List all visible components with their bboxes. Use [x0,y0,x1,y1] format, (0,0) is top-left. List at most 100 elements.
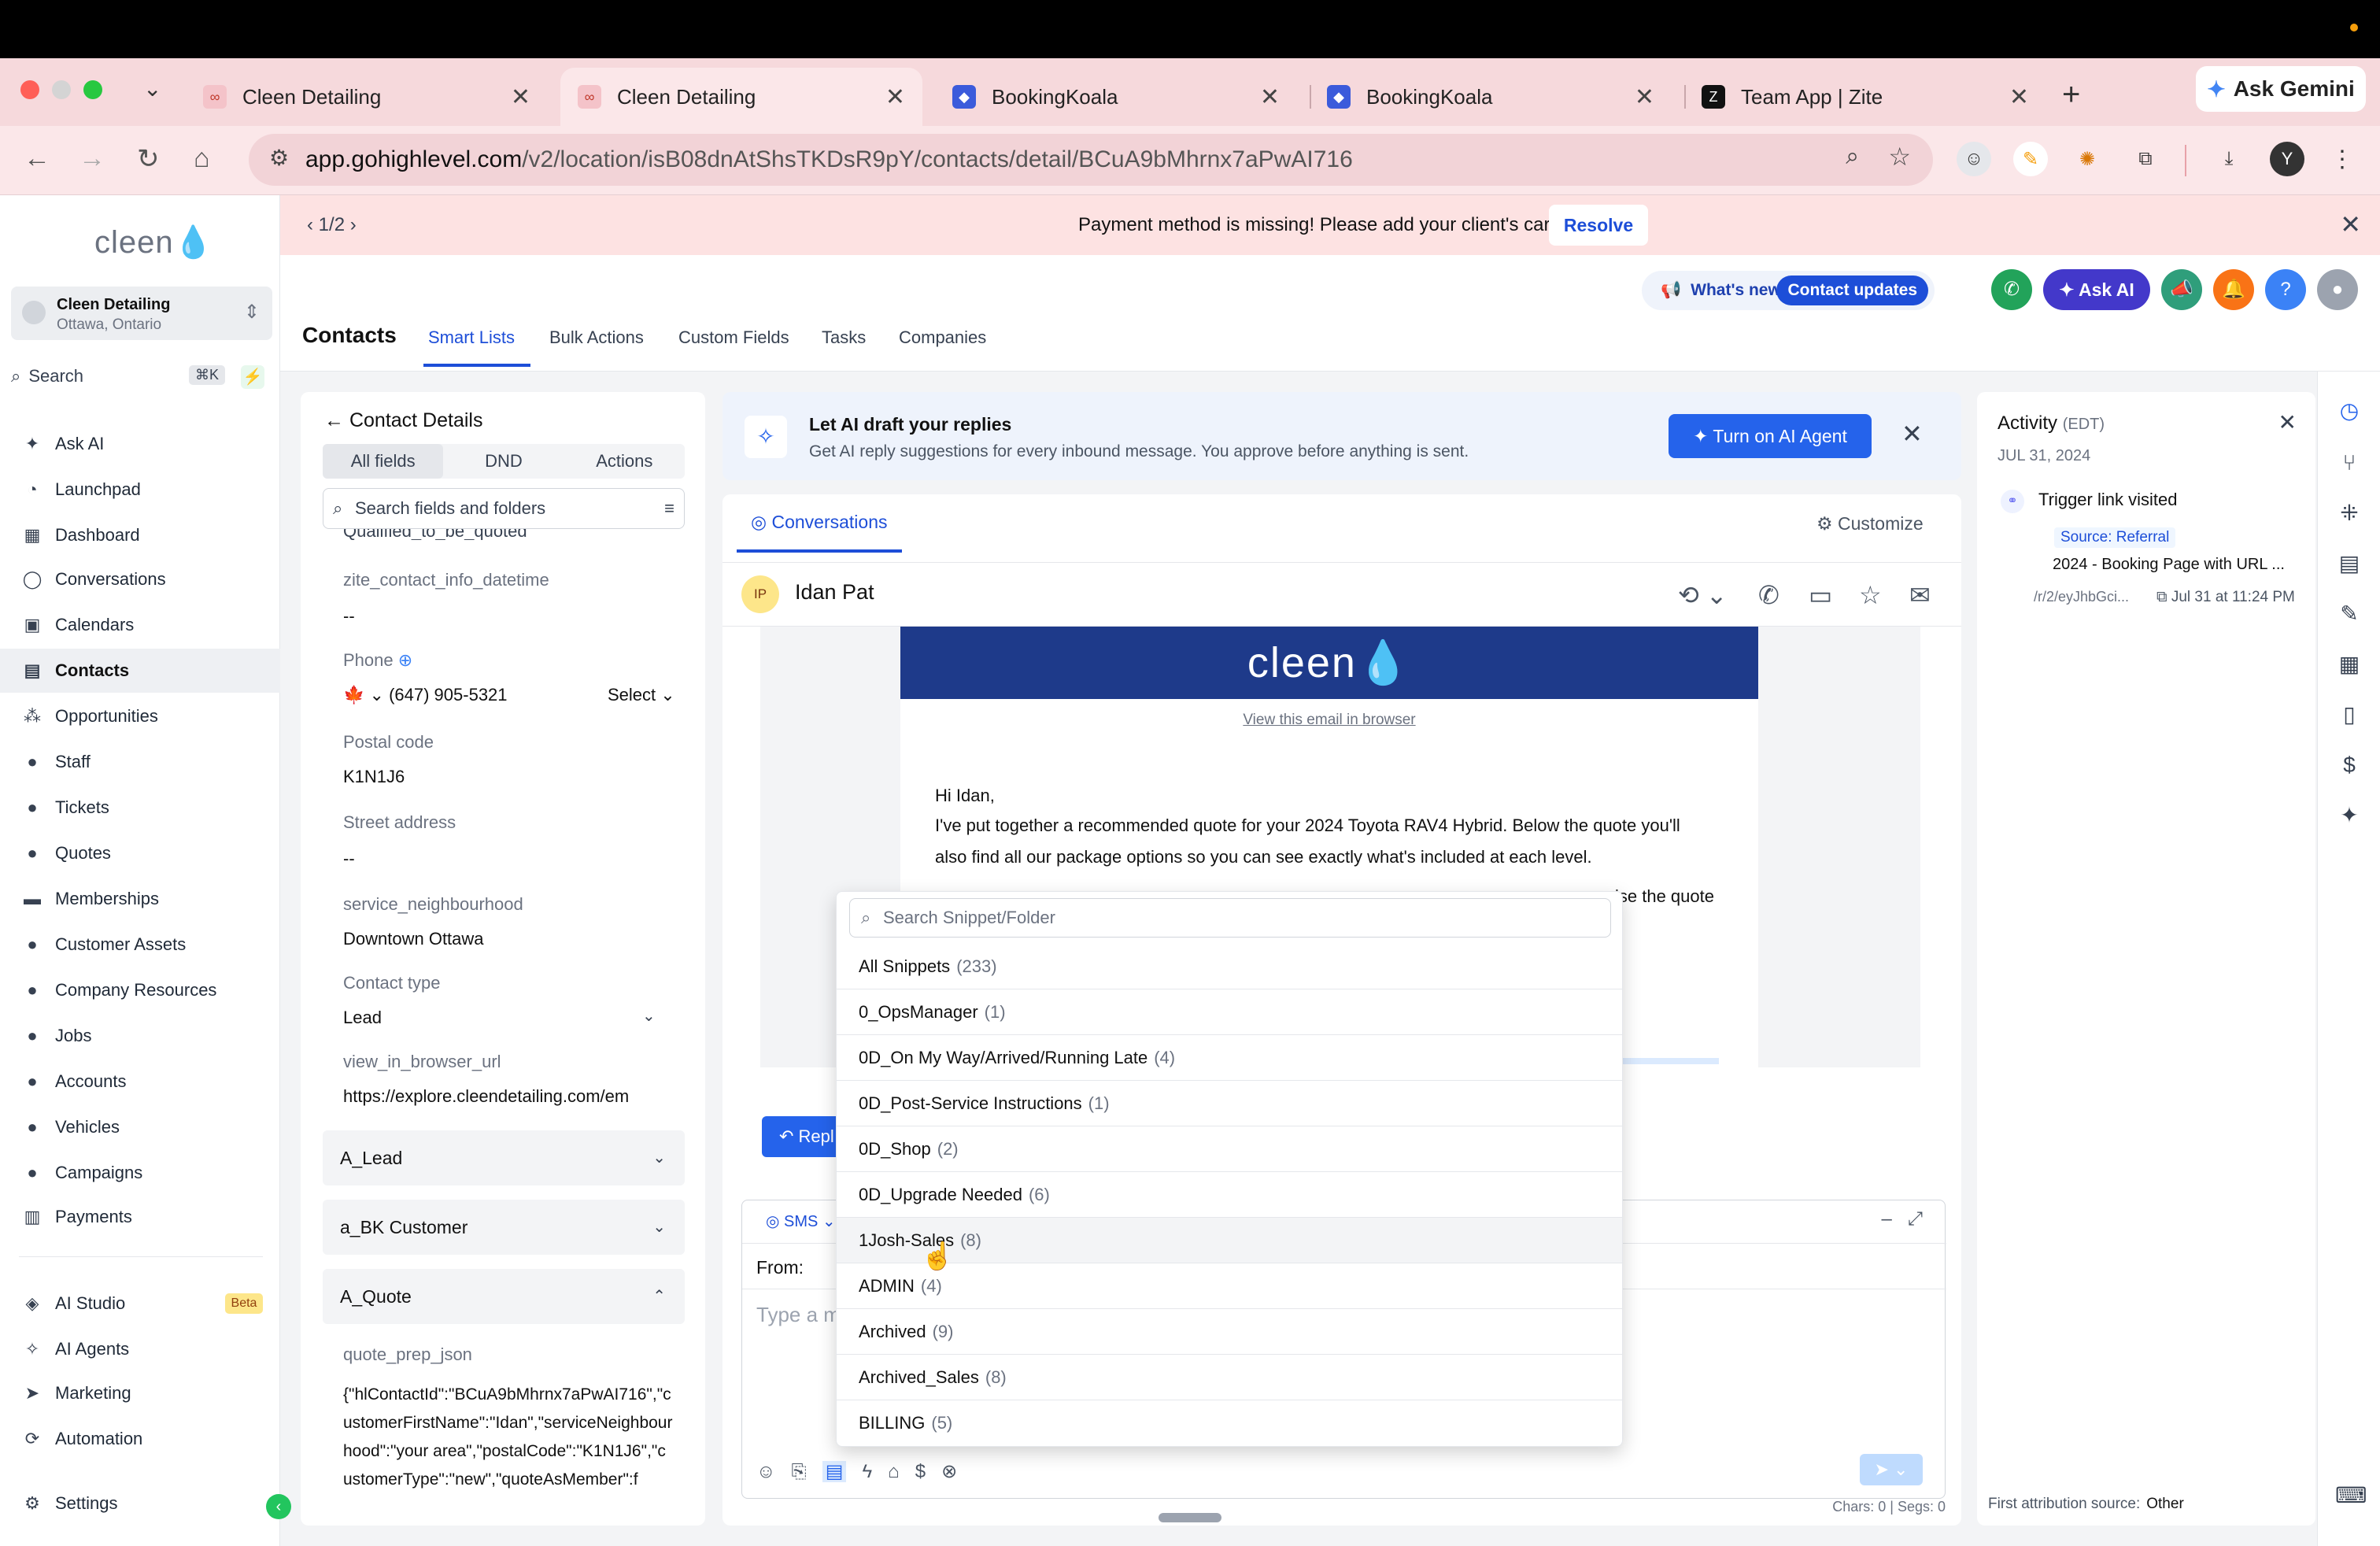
sidebar-item-dashboard[interactable]: ▦ Dashboard [0,513,280,557]
snippet-folder[interactable]: 0D_Upgrade Needed (6) [837,1172,1622,1218]
forward-arrow-icon[interactable]: → [79,143,105,174]
sidebar-item-conversations[interactable]: ◯ Conversations [0,557,280,601]
sidebar-item-automation[interactable]: ⟳ Automation [0,1417,280,1461]
extensions-puzzle-icon[interactable]: ⧉ [2128,142,2163,176]
phone-field[interactable]: 🍁 ⌄ (647) 905-5321 [343,685,508,705]
minimize-expand-icons[interactable]: – ⤢ [1881,1208,1923,1230]
sidebar-item-payments[interactable]: ▥ Payments [0,1195,280,1239]
tab-bulk-actions[interactable]: Bulk Actions [549,327,644,348]
payments-dollar-icon[interactable]: $ [2335,751,2363,779]
browser-menu-icon[interactable]: ⋮ [2325,142,2360,176]
filter-icon[interactable]: ≡ [664,489,674,528]
sidebar-item-campaigns[interactable]: ● Campaigns [0,1151,280,1195]
snippet-folder[interactable]: 0D_Post-Service Instructions (1) [837,1081,1622,1126]
sidebar-item-customer-assets[interactable]: ● Customer Assets [0,923,280,967]
minimize-window-button[interactable] [52,80,71,99]
back-arrow-icon[interactable]: ← [24,143,50,174]
browser-tab-4[interactable]: ◆ BookingKoala ✕ [1310,68,1672,126]
sidebar-item-opportunities[interactable]: ⁂ Opportunities [0,694,280,738]
sidebar-item-contacts[interactable]: ▤ Contacts [0,649,280,693]
reload-icon[interactable]: ↻ [137,143,160,175]
tag-icon[interactable]: ⌂ [888,1461,900,1482]
announcement-icon[interactable]: 📣 [2161,269,2202,310]
turn-on-ai-agent-button[interactable]: ✦ Turn on AI Agent [1669,414,1872,458]
message-input[interactable]: Type a m [756,1303,841,1327]
zoom-icon[interactable]: ⌕ [1846,143,1859,170]
contact-type-select[interactable]: Lead [343,1008,382,1028]
emoji-icon[interactable]: ☺ [756,1461,776,1482]
field-value[interactable]: K1N1J6 [343,767,405,787]
keyboard-icon[interactable]: ⌨ [2335,1481,2367,1510]
snippet-folder[interactable]: All Snippets (233) [837,944,1622,989]
snippet-folder[interactable]: Archived (9) [837,1309,1622,1355]
notifications-bell-icon[interactable]: 🔔 [2213,269,2254,310]
section-a-bk-customer[interactable]: a_BK Customer ⌄ [323,1200,685,1255]
sidebar-item-vehicles[interactable]: ● Vehicles [0,1105,280,1149]
tab-conversations[interactable]: ◎ Conversations [751,512,888,533]
user-avatar[interactable]: ● [2317,269,2358,310]
downloads-icon[interactable]: ⤓ [2212,142,2246,176]
activity-clock-icon[interactable]: ◷ [2335,397,2363,425]
close-icon[interactable]: ✕ [1901,419,1923,449]
apps-icon[interactable]: ⁜ [2335,499,2363,527]
sidebar-item-accounts[interactable]: ● Accounts [0,1060,280,1104]
sidebar-item-quotes[interactable]: ● Quotes [0,831,280,875]
phone-icon[interactable]: ✆ [1758,580,1779,610]
close-tab-icon[interactable]: ✕ [1635,83,1654,111]
snippet-folder[interactable]: ADMIN (4) [837,1263,1622,1309]
close-tab-icon[interactable]: ✕ [2009,83,2029,111]
folder-icon[interactable]: ▭ [1809,580,1832,610]
tab-smart-lists[interactable]: Smart Lists [428,327,515,348]
tab-actions[interactable]: Actions [564,444,685,479]
notes-pencil-icon[interactable]: ✎ [2335,600,2363,628]
tab-all-fields[interactable]: All fields [323,444,444,479]
star-icon[interactable]: ☆ [1859,580,1882,610]
resize-handle[interactable] [1159,1513,1221,1522]
snippet-folder[interactable]: Archived_Sales (8) [837,1355,1622,1400]
email-icon[interactable]: ✉ [1909,580,1931,610]
close-tab-icon[interactable]: ✕ [1260,83,1280,111]
close-tab-icon[interactable]: ✕ [885,83,905,111]
phone-type-select[interactable]: Select ⌄ [608,685,675,705]
snippet-search-input[interactable]: ⌕ Search Snippet/Folder [849,898,1611,938]
sidebar-item-jobs[interactable]: ● Jobs [0,1014,280,1058]
snippet-icon[interactable]: ▤ [822,1461,847,1482]
field-value[interactable]: https://explore.cleendetailing.com/em [343,1086,666,1107]
extension-brush-icon[interactable]: ✎ [2013,142,2048,176]
document-icon[interactable]: ▯ [2335,701,2363,729]
close-tab-icon[interactable]: ✕ [511,83,530,111]
site-info-icon[interactable]: ⚙ [269,145,289,171]
sidebar-item-memberships[interactable]: ▬ Memberships [0,877,280,921]
extension-claude-icon[interactable]: ✺ [2070,142,2105,176]
tasks-clipboard-icon[interactable]: ▤ [2335,549,2363,578]
sidebar-search[interactable]: ⌕ Search ⌘K [11,359,225,394]
snippet-folder[interactable]: 1Josh-Sales (8) [837,1218,1622,1263]
bolt-icon[interactable]: ϟ [862,1461,872,1482]
activity-page-title[interactable]: 2024 - Booking Page with URL ... [2053,556,2285,574]
sidebar-item-marketing[interactable]: ➤ Marketing [0,1371,280,1415]
banner-pager[interactable]: ‹ 1/2 › [307,214,357,236]
dollar-icon[interactable]: $ [915,1461,926,1482]
contact-field-search[interactable]: ⌕ Search fields and folders ≡ [323,488,685,529]
location-switcher[interactable]: Cleen Detailing Ottawa, Ontario ⇕ [11,287,272,340]
sidebar-item-ask-ai[interactable]: ✦ Ask AI [0,422,280,466]
whats-new-pill[interactable]: 📢 What's new Contact updates [1642,271,1935,310]
browser-tab-3[interactable]: ◆ BookingKoala ✕ [935,68,1297,126]
add-phone-icon[interactable]: ⊕ [398,650,412,670]
activity-url[interactable]: /r/2/eyJhbGci... [2034,589,2129,605]
bookmark-star-icon[interactable]: ☆ [1888,142,1911,172]
sidebar-item-launchpad[interactable]: ◔ Launchpad [0,468,280,512]
sidebar-item-company-resources[interactable]: ● Company Resources [0,968,280,1012]
home-icon[interactable]: ⌂ [194,143,210,174]
profile-avatar[interactable]: Y [2270,142,2304,176]
workflow-icon[interactable]: ⑂ [2335,449,2363,477]
tab-dnd[interactable]: DND [443,444,564,479]
channel-select-icon[interactable]: ⟲ ⌄ [1678,580,1728,610]
snippet-folder[interactable]: 0_OpsManager (1) [837,989,1622,1035]
tab-tasks[interactable]: Tasks [822,327,866,348]
tab-companies[interactable]: Companies [899,327,986,348]
contact-updates-button[interactable]: Contact updates [1776,276,1928,305]
field-value[interactable]: -- [343,849,355,869]
extension-avatar-icon[interactable]: ☺ [1957,142,1991,176]
sidebar-item-calendars[interactable]: ▣ Calendars [0,603,280,647]
